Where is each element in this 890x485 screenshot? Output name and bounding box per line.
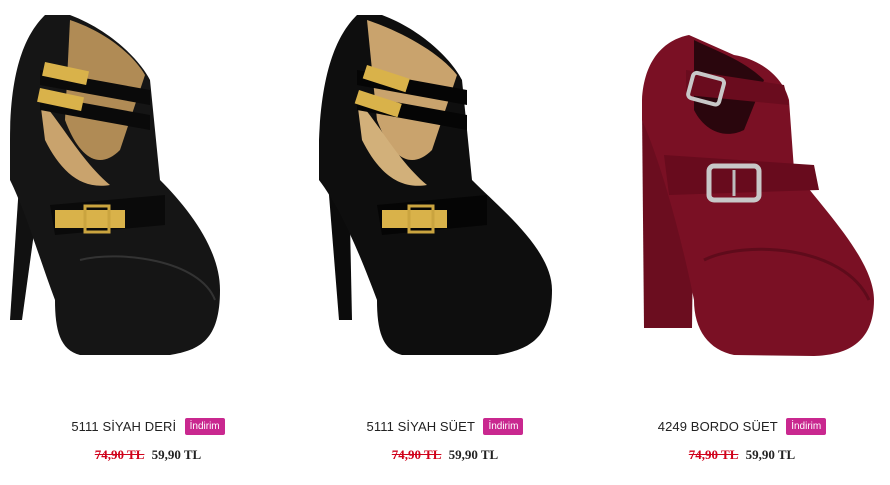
discount-badge: İndirim [786,418,827,436]
discount-badge: İndirim [483,418,524,436]
product-title-row: 5111 SİYAH DERİ İndirim [0,418,296,440]
price-row: 74,90 TL 59,90 TL [0,447,296,463]
product-title-row: 5111 SİYAH SÜET İndirim [297,418,593,440]
product-grid: 5111 SİYAH DERİ İndirim 74,90 TL 59,90 T… [0,0,890,485]
price-row: 74,90 TL 59,90 TL [297,447,593,463]
new-price: 59,90 TL [745,447,796,462]
product-image-burgundy-suede-bootie[interactable] [594,0,890,400]
product-title[interactable]: 5111 SİYAH SÜET [367,419,475,434]
price-row: 74,90 TL 59,90 TL [594,447,890,463]
old-price: 74,90 TL [94,447,145,462]
new-price: 59,90 TL [151,447,202,462]
new-price: 59,90 TL [448,447,499,462]
product-image-black-suede-bootie[interactable] [297,0,593,400]
discount-badge: İndirim [184,418,225,436]
old-price: 74,90 TL [688,447,739,462]
product-title[interactable]: 4249 BORDO SÜET [658,419,778,434]
product-title[interactable]: 5111 SİYAH DERİ [71,419,176,434]
product-card[interactable]: 5111 SİYAH SÜET İndirim 74,90 TL 59,90 T… [297,0,593,485]
product-card[interactable]: 5111 SİYAH DERİ İndirim 74,90 TL 59,90 T… [0,0,296,485]
product-image-black-leather-bootie[interactable] [0,0,296,400]
product-image[interactable] [297,0,593,400]
product-card[interactable]: 4249 BORDO SÜET İndirim 74,90 TL 59,90 T… [594,0,890,485]
old-price: 74,90 TL [391,447,442,462]
product-image[interactable] [594,0,890,400]
product-image[interactable] [0,0,296,400]
product-title-row: 4249 BORDO SÜET İndirim [594,418,890,440]
